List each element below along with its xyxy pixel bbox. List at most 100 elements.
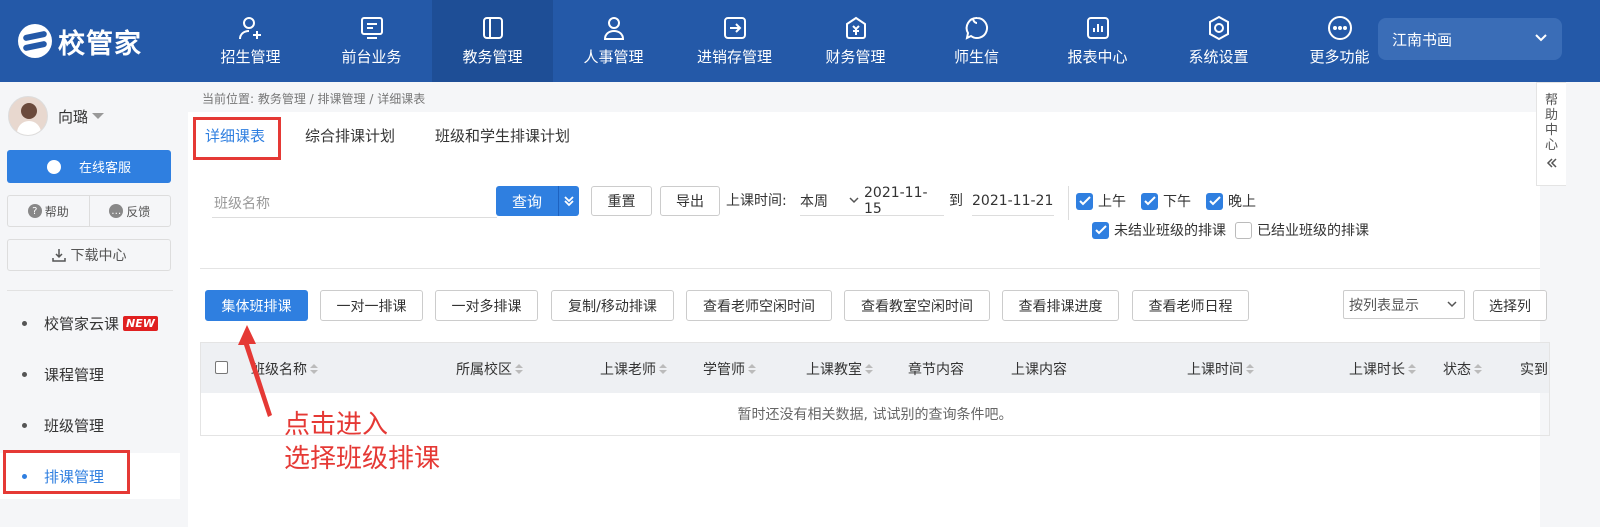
teacher-free-time-button[interactable]: 查看老师空闲时间 xyxy=(686,290,832,321)
tab-class-student-plan[interactable]: 班级和学生排课计划 xyxy=(435,112,570,158)
help-feedback-row: ? 帮助 … 反馈 xyxy=(7,195,171,227)
checkbox-unfinished-classes[interactable]: 未结业班级的排课 xyxy=(1092,220,1226,240)
double-chevron-down-icon xyxy=(564,195,574,207)
checkbox-evening[interactable]: 晚上 xyxy=(1206,191,1256,211)
nav-item-reports[interactable]: 报表中心 xyxy=(1037,0,1158,82)
class-name-input[interactable]: 班级名称 xyxy=(212,188,497,218)
column-header-teacher[interactable]: 上课老师 xyxy=(600,359,667,379)
classroom-free-time-button[interactable]: 查看教室空闲时间 xyxy=(844,290,990,321)
column-header-time[interactable]: 上课时间 xyxy=(1187,359,1254,379)
sidebar-divider xyxy=(7,290,173,291)
one-to-many-schedule-button[interactable]: 一对多排课 xyxy=(435,290,538,321)
user-add-icon xyxy=(238,15,264,41)
report-icon xyxy=(1085,15,1111,41)
main-nav: 招生管理 前台业务 教务管理 人事管理 进销存管理 财务管理 师生信 报表中心 … xyxy=(190,0,1400,82)
avatar xyxy=(8,96,48,136)
table-header: 班级名称 所属校区 上课老师 学管师 上课教室 章节内容 上课内容 上课时间 上… xyxy=(201,343,1549,393)
column-header-classroom[interactable]: 上课教室 xyxy=(806,359,873,379)
online-service-button[interactable]: 在线客服 xyxy=(7,150,171,183)
column-header-content: 上课内容 xyxy=(1011,362,1067,378)
date-from-input[interactable]: 2021-11-15 xyxy=(864,185,944,217)
view-mode-select[interactable]: 按列表显示 xyxy=(1343,290,1465,319)
campus-select[interactable]: 江南书画 xyxy=(1378,18,1562,60)
date-to-label: 到 xyxy=(949,193,963,209)
more-icon xyxy=(1327,15,1353,41)
check-icon xyxy=(1092,221,1109,239)
column-header-campus[interactable]: 所属校区 xyxy=(456,359,523,379)
sort-icon xyxy=(865,364,873,374)
export-button[interactable]: 导出 xyxy=(660,186,720,216)
nav-item-front-desk[interactable]: 前台业务 xyxy=(311,0,432,82)
checkbox-finished-classes[interactable]: 已结业班级的排课 xyxy=(1235,220,1369,240)
bullet-icon xyxy=(22,422,27,428)
teacher-calendar-button[interactable]: 查看老师日程 xyxy=(1132,290,1249,321)
checkbox-empty-icon xyxy=(1235,221,1252,239)
sidebar-item-cloud-class[interactable]: 校管家云课 NEW xyxy=(0,300,180,346)
campus-name: 江南书画 xyxy=(1392,30,1453,49)
sort-icon xyxy=(748,364,756,374)
settings-icon xyxy=(1206,15,1232,41)
sort-icon xyxy=(515,364,523,374)
tab-overall-plan[interactable]: 综合排课计划 xyxy=(305,112,395,158)
help-button[interactable]: ? 帮助 xyxy=(8,196,90,226)
breadcrumb: 当前位置: 教务管理 / 排课管理 / 详细课表 xyxy=(202,92,426,106)
column-header-class-name[interactable]: 班级名称 xyxy=(251,359,318,379)
bullet-icon xyxy=(22,371,27,377)
nav-item-finance[interactable]: 财务管理 xyxy=(795,0,916,82)
book-icon xyxy=(480,15,506,41)
check-icon xyxy=(1206,192,1223,210)
sort-icon xyxy=(1474,364,1482,374)
column-header-duration[interactable]: 上课时长 xyxy=(1349,359,1416,379)
class-time-label: 上课时间: xyxy=(726,193,787,209)
schedule-progress-button[interactable]: 查看排课进度 xyxy=(1002,290,1119,321)
logo-text: 校管家 xyxy=(58,28,142,60)
query-button[interactable]: 查询 xyxy=(496,186,558,216)
bullet-icon xyxy=(22,320,27,326)
filter-divider xyxy=(1068,186,1069,220)
column-header-chapter: 章节内容 xyxy=(908,362,964,378)
annotation-text: 点击进入 选择班级排课 xyxy=(284,410,441,474)
sidebar-item-class[interactable]: 班级管理 xyxy=(0,402,180,448)
reset-button[interactable]: 重置 xyxy=(591,186,652,216)
copy-move-schedule-button[interactable]: 复制/移动排课 xyxy=(551,290,674,321)
nav-item-messages[interactable]: 师生信 xyxy=(916,0,1037,82)
user-name: 向璐 xyxy=(58,107,89,126)
caret-down-icon xyxy=(92,113,105,119)
sort-icon xyxy=(1246,364,1254,374)
period-select[interactable]: 本周 xyxy=(800,186,864,216)
download-center-button[interactable]: 下载中心 xyxy=(7,239,171,271)
column-header-tutor[interactable]: 学管师 xyxy=(703,359,756,379)
date-to-input[interactable]: 2021-11-21 xyxy=(972,186,1054,216)
user-menu[interactable]: 向璐 xyxy=(8,96,105,136)
column-header-status[interactable]: 状态 xyxy=(1443,359,1482,379)
person-icon xyxy=(601,15,627,41)
select-all-checkbox[interactable] xyxy=(215,361,228,374)
nav-item-academic[interactable]: 教务管理 xyxy=(432,0,553,82)
checkbox-morning[interactable]: 上午 xyxy=(1076,191,1126,211)
group-class-schedule-button[interactable]: 集体班排课 xyxy=(205,290,308,321)
checkbox-afternoon[interactable]: 下午 xyxy=(1141,191,1191,211)
nav-item-hr[interactable]: 人事管理 xyxy=(553,0,674,82)
select-columns-button[interactable]: 选择列 xyxy=(1473,290,1547,321)
check-icon xyxy=(1141,192,1158,210)
monitor-icon xyxy=(359,15,385,41)
section-divider xyxy=(200,268,1540,269)
help-center-tab[interactable]: 帮 助 中 心 xyxy=(1536,82,1566,186)
check-icon xyxy=(1076,192,1093,210)
logo-icon xyxy=(18,24,52,58)
logo[interactable]: 校管家 xyxy=(0,0,190,82)
sidebar-item-course[interactable]: 课程管理 xyxy=(0,351,180,397)
nav-item-settings[interactable]: 系统设置 xyxy=(1158,0,1279,82)
nav-item-enrollment[interactable]: 招生管理 xyxy=(190,0,311,82)
new-badge: NEW xyxy=(123,315,158,331)
sort-icon xyxy=(310,364,318,374)
chevron-down-icon xyxy=(848,194,860,210)
feedback-button[interactable]: … 反馈 xyxy=(90,196,171,226)
question-icon: ? xyxy=(27,204,42,218)
query-options-button[interactable] xyxy=(558,186,579,216)
highlight-box-sidebar xyxy=(3,450,130,494)
chevron-down-icon xyxy=(1534,30,1548,48)
column-header-attended: 实到 xyxy=(1520,362,1548,378)
nav-item-inventory[interactable]: 进销存管理 xyxy=(674,0,795,82)
one-to-one-schedule-button[interactable]: 一对一排课 xyxy=(320,290,423,321)
